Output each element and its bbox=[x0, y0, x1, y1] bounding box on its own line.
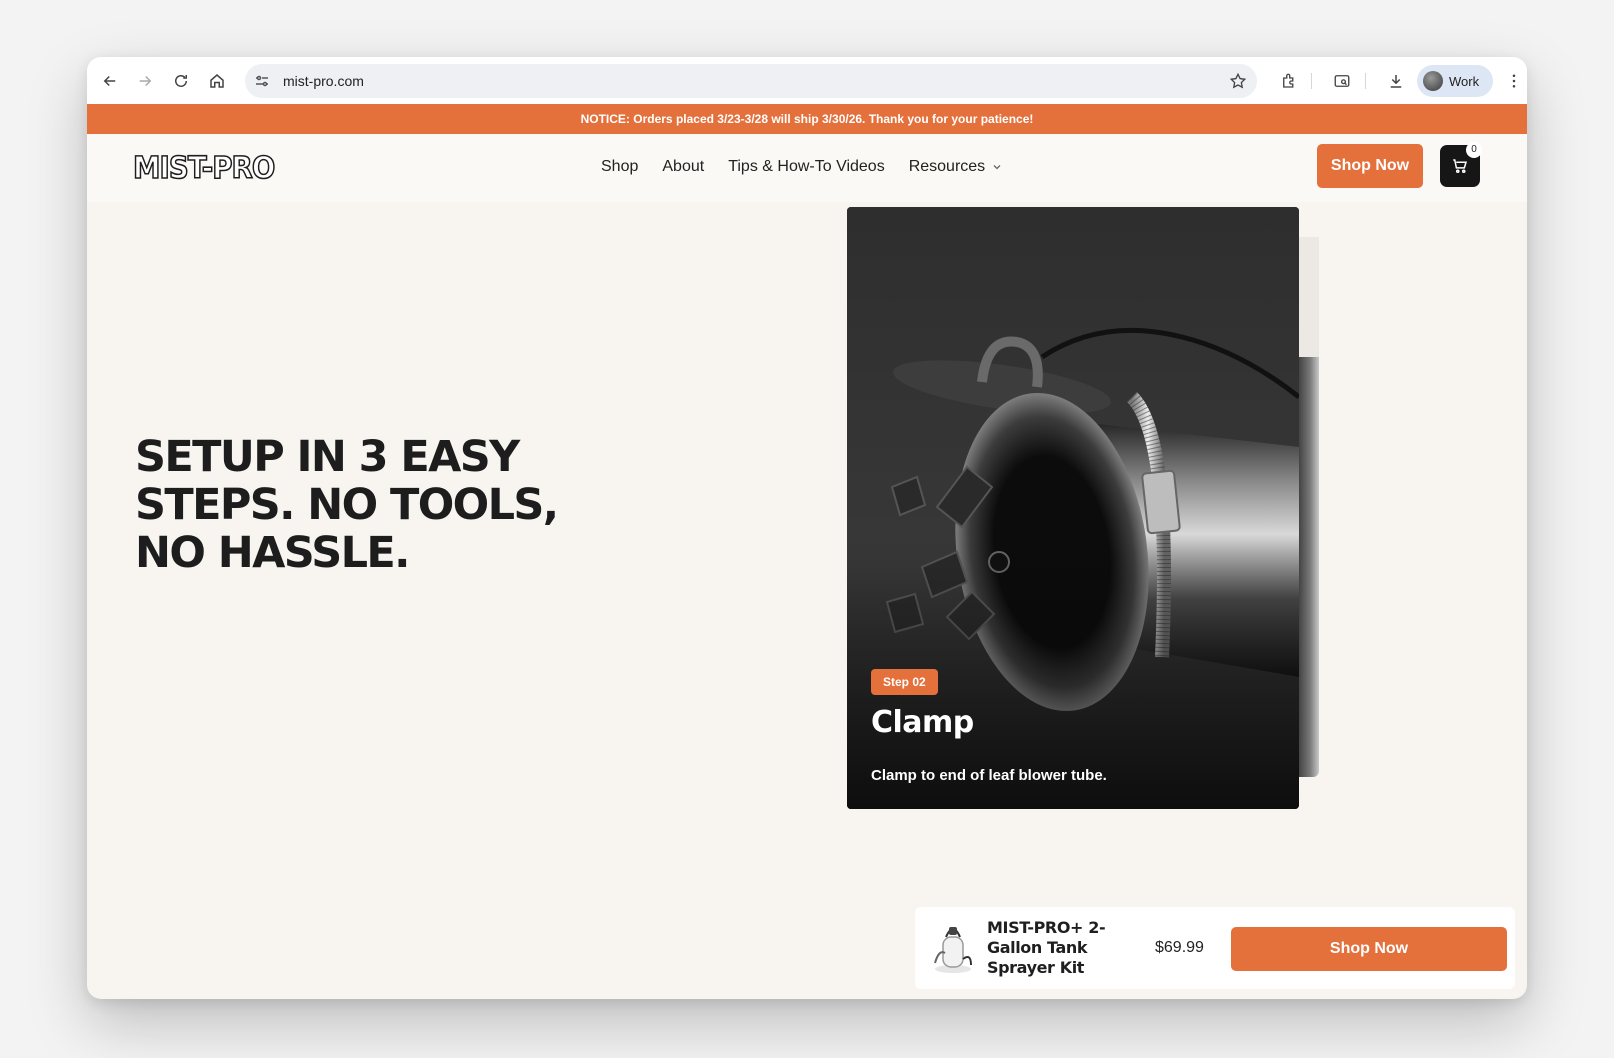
browser-window: mist-pro.com Work NOTICE: Orders placed … bbox=[87, 57, 1527, 999]
nav-about[interactable]: About bbox=[662, 158, 704, 176]
nav-resources-label: Resources bbox=[908, 158, 986, 175]
site-logo[interactable]: MIST-PRO bbox=[132, 150, 276, 187]
browser-toolbar: mist-pro.com Work bbox=[87, 57, 1527, 104]
avatar bbox=[1423, 71, 1443, 91]
url-text[interactable]: mist-pro.com bbox=[283, 73, 364, 89]
sticky-product-bar: MIST-PRO+ 2-Gallon Tank Sprayer Kit $69.… bbox=[915, 907, 1515, 989]
site-header: MIST-PRO Shop About Tips & How-To Videos… bbox=[87, 134, 1527, 202]
cart-icon bbox=[1453, 159, 1468, 174]
address-bar[interactable]: mist-pro.com bbox=[245, 64, 1257, 98]
headline-line-2b: NO TOOLS, bbox=[307, 480, 559, 530]
cart-button[interactable]: 0 bbox=[1440, 142, 1482, 187]
product-price: $69.99 bbox=[1155, 939, 1204, 956]
profile-chip[interactable]: Work bbox=[1417, 65, 1493, 97]
header-shop-now-button[interactable]: Shop Now bbox=[1317, 144, 1423, 188]
step-card[interactable]: Step 02 Clamp Clamp to end of leaf blowe… bbox=[847, 207, 1299, 809]
back-icon[interactable] bbox=[97, 68, 123, 94]
notice-banner: NOTICE: Orders placed 3/23-3/28 will shi… bbox=[87, 104, 1527, 134]
nav-resources[interactable]: Resources bbox=[909, 158, 1003, 176]
product-thumbnail[interactable] bbox=[931, 919, 975, 975]
nav-shop-label: Shop bbox=[601, 158, 639, 175]
cart-count-badge: 0 bbox=[1466, 142, 1482, 158]
chevron-down-icon bbox=[993, 165, 1001, 170]
extensions-icon[interactable] bbox=[1276, 68, 1302, 94]
reload-icon[interactable] bbox=[168, 68, 194, 94]
nav-tips-label: Tips & How-To Videos bbox=[728, 158, 885, 175]
main-nav: Shop About Tips & How-To Videos Resource… bbox=[601, 158, 1003, 176]
nav-about-label: About bbox=[662, 158, 705, 175]
product-name: MIST-PRO+ 2-Gallon Tank Sprayer Kit bbox=[987, 918, 1106, 977]
step-badge: Step 02 bbox=[871, 669, 938, 695]
next-step-card-top bbox=[1297, 237, 1319, 357]
download-icon[interactable] bbox=[1383, 68, 1409, 94]
home-icon[interactable] bbox=[204, 68, 230, 94]
toolbar-divider bbox=[1311, 73, 1312, 89]
nav-tips-videos[interactable]: Tips & How-To Videos bbox=[728, 158, 885, 176]
nav-shop[interactable]: Shop bbox=[601, 158, 638, 176]
step-title: Clamp bbox=[871, 705, 974, 740]
toolbar-divider bbox=[1365, 73, 1366, 89]
sticky-shop-now-button[interactable]: Shop Now bbox=[1231, 927, 1507, 971]
bookmark-star-icon[interactable] bbox=[1229, 72, 1247, 90]
step-description: Clamp to end of leaf blower tube. bbox=[871, 767, 1107, 784]
hero-headline: SETUP IN 3 EASY STEPS. NO TOOLS, NO HASS… bbox=[135, 433, 655, 577]
headline-line-1: SETUP IN 3 EASY bbox=[135, 432, 520, 482]
tab-search-icon[interactable] bbox=[1329, 68, 1355, 94]
profile-label: Work bbox=[1449, 73, 1480, 89]
headline-line-2a: STEPS. bbox=[135, 480, 296, 530]
site-settings-icon[interactable] bbox=[253, 72, 271, 90]
forward-icon[interactable] bbox=[132, 68, 158, 94]
more-menu-icon[interactable] bbox=[1501, 68, 1527, 94]
headline-line-3: NO HASSLE. bbox=[135, 528, 411, 578]
